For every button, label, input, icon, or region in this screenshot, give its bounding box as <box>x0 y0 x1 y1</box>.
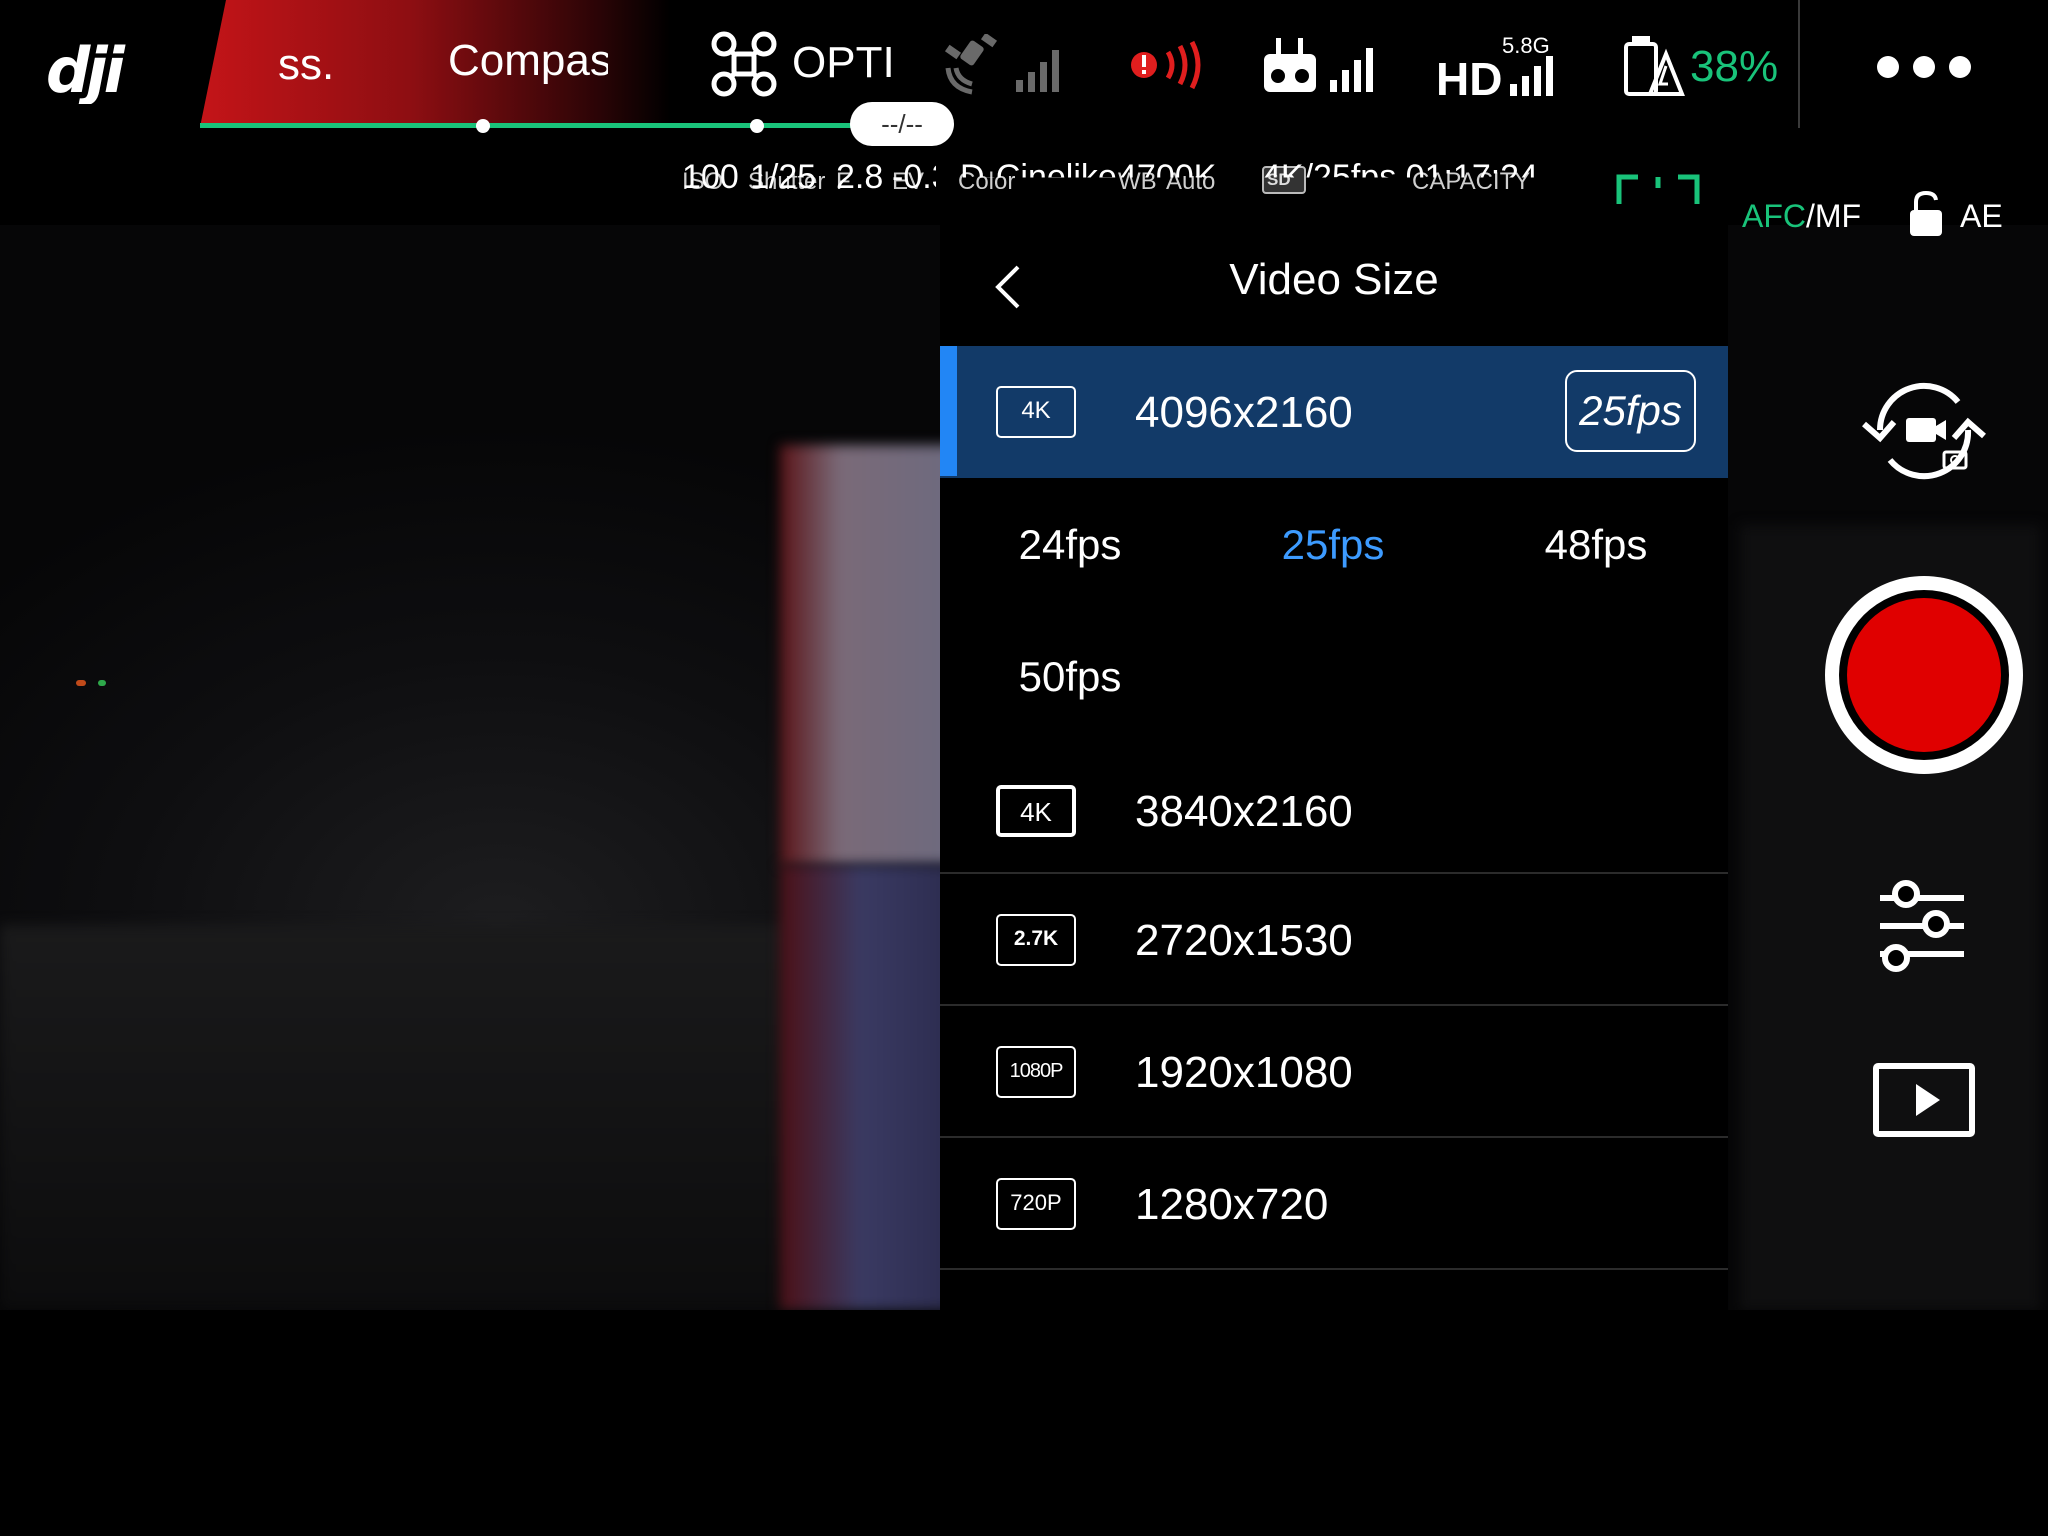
camera-param-values[interactable]: 100 1/25 2.8 -0.3 D-Cinelike 4700K 4K/25… <box>670 158 1550 210</box>
warning-alert-icon[interactable] <box>1128 40 1208 90</box>
resolution-label: 4096x2160 <box>1135 388 1353 437</box>
iso-value: 100 <box>682 158 739 196</box>
battery-icon[interactable] <box>1622 36 1686 98</box>
shutter-value: 1/25 <box>750 158 817 196</box>
svg-text:dji: dji <box>46 34 126 104</box>
resolution-label: 3840x2160 <box>1135 787 1353 836</box>
ae-lock-icon[interactable] <box>1908 190 1944 238</box>
selection-indicator <box>940 346 957 476</box>
flight-status-label: OPTI <box>792 38 892 87</box>
resolution-badge: 4K <box>996 386 1076 438</box>
compass-label-clip: Compass <box>448 36 608 96</box>
resolution-label: 1280x720 <box>1135 1180 1329 1229</box>
topbar-separator <box>1798 0 1800 128</box>
bottom-letterbox <box>0 1310 2048 1536</box>
compass-label: Compass <box>448 36 608 85</box>
aperture-value: 2.8 <box>836 158 884 196</box>
playback-icon[interactable] <box>1872 1060 1976 1140</box>
flight-status-clip: OPTI <box>792 38 892 98</box>
progress-marker <box>476 119 490 133</box>
video-size-row-3840[interactable]: 4K 3840x2160 <box>940 745 1728 877</box>
resolution-label: 2720x1530 <box>1135 916 1353 965</box>
progress-marker <box>750 119 764 133</box>
feed-light-dot-green <box>98 680 106 686</box>
video-size-panel: Video Size 4K 4096x2160 25fps 24fps 25fp… <box>940 225 1728 1310</box>
row-divider <box>940 1268 1728 1270</box>
ae-label: AE <box>1960 198 2003 234</box>
fps-option-25[interactable]: 25fps <box>1233 521 1433 569</box>
color-value: D-Cinelike <box>960 158 1117 196</box>
more-menu-icon[interactable] <box>1876 52 1976 82</box>
video-size-row-selected[interactable]: 4K 4096x2160 25fps <box>940 346 1728 478</box>
feed-light-dot <box>76 680 86 686</box>
fps-option-50[interactable]: 50fps <box>970 653 1170 701</box>
video-size-row-1920[interactable]: 1080P 1920x1080 <box>940 1006 1728 1138</box>
focus-mode-toggle[interactable]: AFC/MF <box>1742 198 1861 235</box>
resolution-label: 1920x1080 <box>1135 1048 1353 1097</box>
resolution-badge: 1080P <box>996 1046 1076 1098</box>
ev-value-clip: -0.3 <box>892 158 936 210</box>
afc-label: AFC <box>1742 198 1806 234</box>
flight-time-pill[interactable]: --/-- <box>850 102 954 146</box>
capacity-value: 4K/25fps 01:17:24 <box>1262 158 1539 196</box>
record-button[interactable] <box>1825 576 2023 774</box>
photo-video-switch-icon[interactable] <box>1862 378 1986 482</box>
wb-value: 4700K <box>1118 158 1217 196</box>
hd-signal-icon <box>1508 54 1568 98</box>
panel-title: Video Size <box>1229 255 1439 304</box>
battery-percent: 38% <box>1690 42 1779 91</box>
hd-label[interactable]: HD <box>1436 52 1502 106</box>
camera-settings-sliders-icon[interactable] <box>1874 880 1970 974</box>
flight-mode-label: ss. <box>278 40 335 89</box>
video-size-row-2720[interactable]: 2.7K 2720x1530 <box>940 874 1728 1006</box>
record-dot-icon <box>1847 598 2001 752</box>
resolution-badge: 2.7K <box>996 914 1076 966</box>
dji-logo[interactable]: dji <box>46 34 156 107</box>
ev-value: -0.3 <box>892 158 936 196</box>
focus-frame-icon[interactable] <box>1616 174 1700 216</box>
fps-option-48[interactable]: 48fps <box>1496 521 1696 569</box>
selected-fps-box[interactable]: 25fps <box>1565 370 1696 452</box>
gps-signal-icon[interactable] <box>942 32 1072 98</box>
resolution-badge: 4K <box>996 785 1076 837</box>
fps-option-24[interactable]: 24fps <box>970 521 1170 569</box>
remote-controller-signal-icon[interactable] <box>1262 34 1386 98</box>
mf-label: /MF <box>1806 198 1862 234</box>
resolution-badge: 720P <box>996 1178 1076 1230</box>
drone-icon <box>710 30 778 98</box>
video-size-row-1280[interactable]: 720P 1280x720 <box>940 1138 1728 1270</box>
